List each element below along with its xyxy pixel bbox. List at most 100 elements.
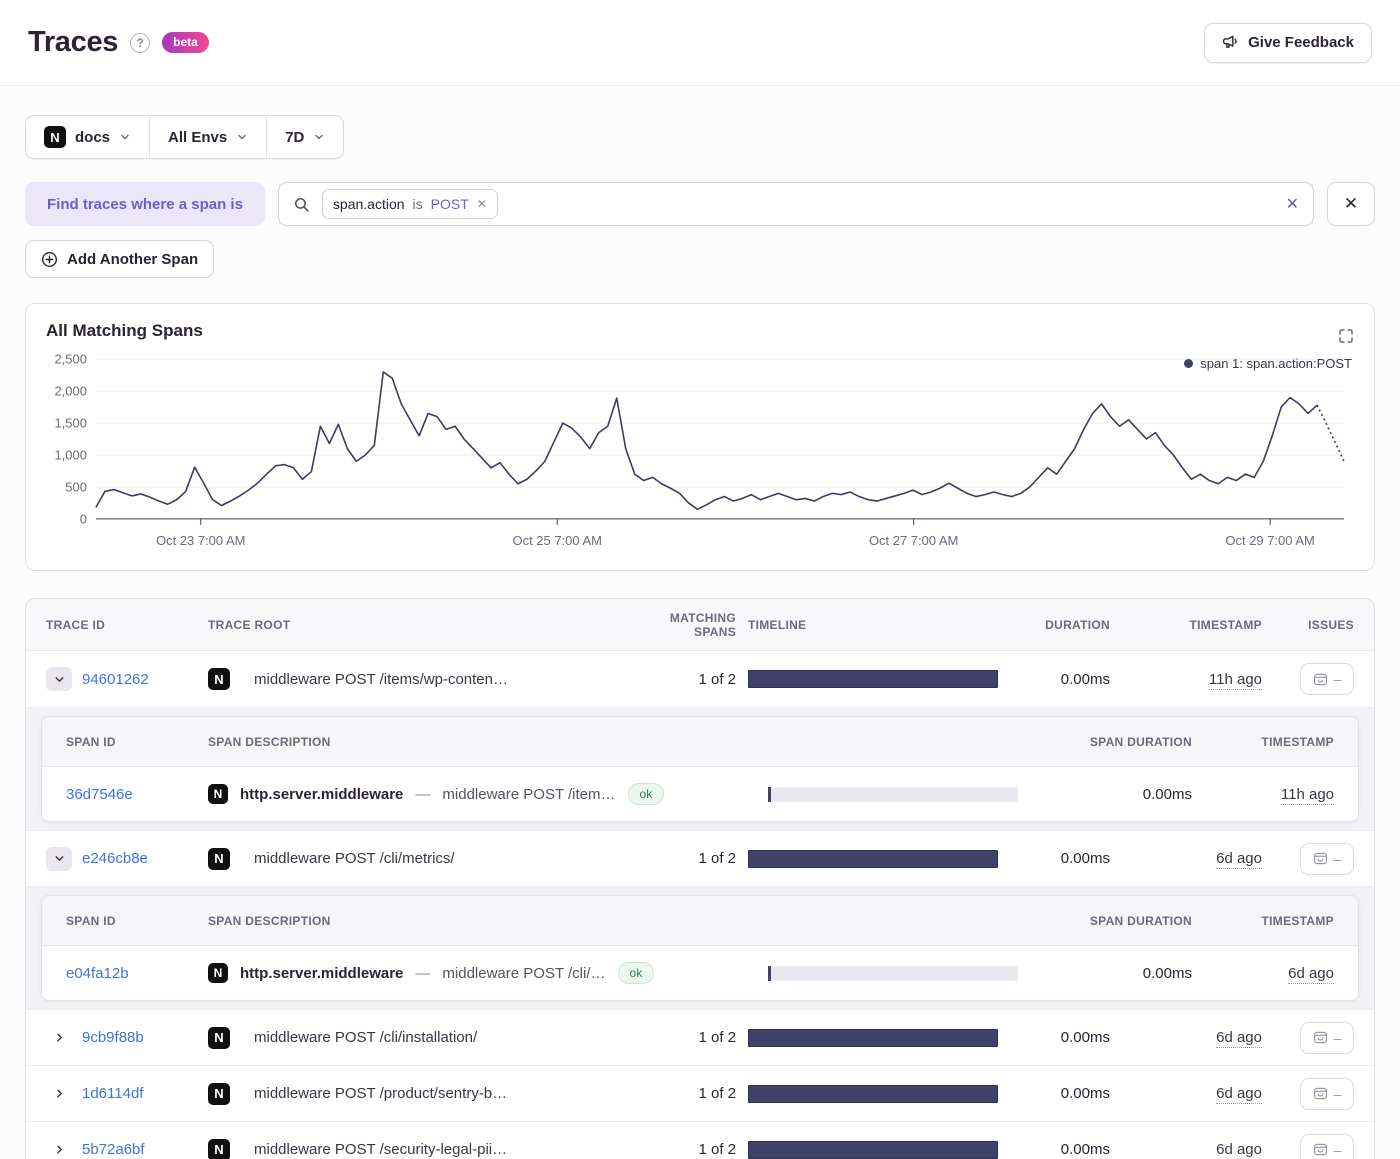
span-op: http.server.middleware xyxy=(240,786,403,803)
chevron-down-icon xyxy=(53,673,66,686)
col-span-duration: SPAN DURATION xyxy=(1030,735,1192,749)
trace-id-link[interactable]: 5b72a6bf xyxy=(82,1141,145,1158)
no-issues-dash: – xyxy=(1334,672,1342,686)
svg-text:Oct 25 7:00 AM: Oct 25 7:00 AM xyxy=(513,533,602,548)
remove-span-query-button[interactable]: ✕ xyxy=(1327,182,1375,226)
trace-id-link[interactable]: 1d6114df xyxy=(82,1085,143,1102)
project-filter[interactable]: N docs xyxy=(26,116,149,158)
collapse-row-button[interactable] xyxy=(46,667,72,691)
span-status-badge: ok xyxy=(628,783,665,805)
col-span-id: SPAN ID xyxy=(66,914,196,928)
timestamp-value: 6d ago xyxy=(1216,850,1262,869)
help-icon[interactable]: ? xyxy=(130,33,150,53)
svg-text:Oct 29 7:00 AM: Oct 29 7:00 AM xyxy=(1225,533,1314,548)
top-bar: Traces ? beta Give Feedback xyxy=(0,0,1400,86)
find-traces-label: Find traces where a span is xyxy=(25,182,265,226)
nextjs-project-icon: N xyxy=(208,963,228,983)
trace-id-link[interactable]: 94601262 xyxy=(82,671,149,688)
chevron-right-icon xyxy=(53,1143,66,1156)
issues-button[interactable]: – xyxy=(1300,1078,1354,1110)
no-issues-dash: – xyxy=(1334,852,1342,866)
matching-spans-count: 1 of 2 xyxy=(626,1085,736,1102)
remove-token-icon[interactable]: ✕ xyxy=(477,197,487,211)
duration-value: 0.00ms xyxy=(1010,671,1110,688)
svg-text:1,500: 1,500 xyxy=(54,416,86,431)
issues-button[interactable]: – xyxy=(1300,1022,1354,1054)
timeline-bar xyxy=(748,1141,998,1159)
svg-text:Oct 23 7:00 AM: Oct 23 7:00 AM xyxy=(156,533,245,548)
expanded-spans-zone: SPAN ID SPAN DESCRIPTION SPAN DURATION T… xyxy=(26,886,1374,1009)
table-row: 9cb9f88b N middleware POST /cli/installa… xyxy=(26,1009,1374,1065)
col-span-id: SPAN ID xyxy=(66,735,196,749)
trace-root-text: middleware POST /items/wp-conten… xyxy=(254,671,508,688)
nextjs-project-icon: N xyxy=(44,126,66,148)
trace-root-text: middleware POST /product/sentry-b… xyxy=(254,1085,507,1102)
span-timeline-bar xyxy=(768,966,1018,981)
col-trace-id: TRACE ID xyxy=(46,618,196,632)
issues-button[interactable]: – xyxy=(1300,663,1354,695)
nextjs-project-icon: N xyxy=(208,668,230,690)
col-duration: DURATION xyxy=(1010,618,1110,632)
duration-value: 0.00ms xyxy=(1010,850,1110,867)
span-timestamp-value: 6d ago xyxy=(1288,965,1334,984)
col-matching-spans: MATCHING SPANS xyxy=(626,611,736,639)
give-feedback-button[interactable]: Give Feedback xyxy=(1204,23,1372,63)
chevron-right-icon xyxy=(53,1031,66,1044)
all-matching-spans-panel: All Matching Spans span 1: span.action:P… xyxy=(25,303,1375,571)
issue-box-icon xyxy=(1313,1086,1328,1101)
span-row: 36d7546e N http.server.middleware — midd… xyxy=(42,767,1358,821)
span-id-link[interactable]: 36d7546e xyxy=(66,786,196,803)
expand-row-button[interactable] xyxy=(46,1138,72,1159)
fullscreen-icon[interactable] xyxy=(1338,328,1354,344)
duration-value: 0.00ms xyxy=(1010,1029,1110,1046)
nextjs-project-icon: N xyxy=(208,1083,230,1105)
chevron-down-icon xyxy=(236,131,248,143)
span-description: middleware POST /item… xyxy=(442,786,615,803)
trace-id-link[interactable]: 9cb9f88b xyxy=(82,1029,144,1046)
spans-chart-svg[interactable]: 05001,0001,5002,0002,500Oct 23 7:00 AMOc… xyxy=(46,349,1354,554)
spans-sub-table: SPAN ID SPAN DESCRIPTION SPAN DURATION T… xyxy=(41,895,1359,1001)
clear-search-icon[interactable]: ✕ xyxy=(1286,194,1299,214)
span-row: e04fa12b N http.server.middleware — midd… xyxy=(42,946,1358,1000)
col-timeline: TIMELINE xyxy=(748,618,998,632)
chevron-right-icon xyxy=(53,1087,66,1100)
filter-token[interactable]: span.action is POST ✕ xyxy=(322,189,498,219)
date-range-filter[interactable]: 7D xyxy=(266,116,343,158)
col-span-description: SPAN DESCRIPTION xyxy=(208,914,756,928)
span-id-link[interactable]: e04fa12b xyxy=(66,965,196,982)
table-row: 5b72a6bf N middleware POST /security-leg… xyxy=(26,1121,1374,1159)
chevron-down-icon xyxy=(119,131,131,143)
collapse-row-button[interactable] xyxy=(46,847,72,871)
page-title: Traces xyxy=(28,26,118,59)
duration-value: 0.00ms xyxy=(1010,1141,1110,1158)
nextjs-project-icon: N xyxy=(208,1139,230,1159)
trace-id-link[interactable]: e246cb8e xyxy=(82,850,148,867)
add-another-span-button[interactable]: Add Another Span xyxy=(25,240,214,278)
chart-title: All Matching Spans xyxy=(46,321,1354,341)
timestamp-value: 6d ago xyxy=(1216,1141,1262,1159)
expand-row-button[interactable] xyxy=(46,1026,72,1050)
col-span-description: SPAN DESCRIPTION xyxy=(208,735,756,749)
issue-box-icon xyxy=(1313,851,1328,866)
chart-legend[interactable]: span 1: span.action:POST xyxy=(1184,356,1352,371)
expand-row-button[interactable] xyxy=(46,1082,72,1106)
span-search-input[interactable]: span.action is POST ✕ ✕ xyxy=(278,182,1314,226)
no-issues-dash: – xyxy=(1334,1143,1342,1157)
plus-circle-icon xyxy=(41,251,58,268)
span-timeline-bar xyxy=(768,787,1018,802)
svg-text:Oct 27 7:00 AM: Oct 27 7:00 AM xyxy=(869,533,958,548)
environment-filter[interactable]: All Envs xyxy=(149,116,266,158)
megaphone-icon xyxy=(1222,34,1239,51)
duration-value: 0.00ms xyxy=(1010,1085,1110,1102)
spans-chart[interactable]: 05001,0001,5002,0002,500Oct 23 7:00 AMOc… xyxy=(46,349,1354,554)
table-row: e246cb8e N middleware POST /cli/metrics/… xyxy=(26,830,1374,886)
col-span-timestamp: TIMESTAMP xyxy=(1204,914,1334,928)
chevron-down-icon xyxy=(53,852,66,865)
nextjs-project-icon: N xyxy=(208,784,228,804)
matching-spans-count: 1 of 2 xyxy=(626,1029,736,1046)
issues-button[interactable]: – xyxy=(1300,1134,1354,1159)
issues-button[interactable]: – xyxy=(1300,843,1354,875)
chevron-down-icon xyxy=(313,131,325,143)
trace-root-text: middleware POST /cli/installation/ xyxy=(254,1029,477,1046)
span-status-badge: ok xyxy=(618,962,655,984)
